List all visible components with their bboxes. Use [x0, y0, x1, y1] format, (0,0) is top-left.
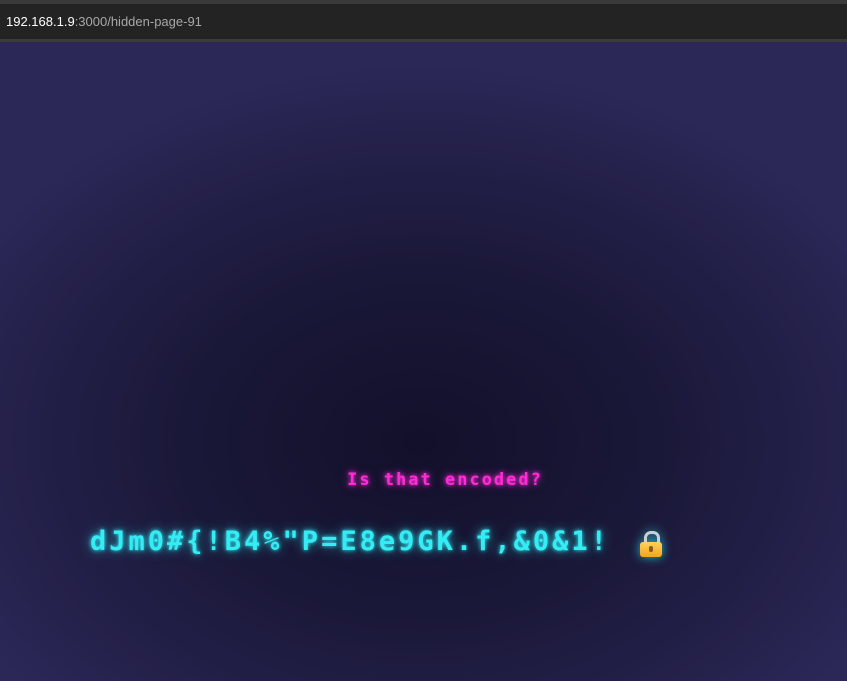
- encoded-string: dJm0#{!B4%"P=E8e9GK.f,&0&1!: [90, 525, 610, 557]
- url-host: 192.168.1.9: [6, 14, 75, 29]
- browser-window: 192.168.1.9:3000/hidden-page-91 Is that …: [0, 0, 847, 681]
- question-text: Is that encoded?: [347, 470, 543, 490]
- url-path: :3000/hidden-page-91: [74, 14, 202, 29]
- page-content: Is that encoded? dJm0#{!B4%"P=E8e9GK.f,&…: [0, 42, 847, 681]
- lock-icon: [639, 531, 662, 557]
- address-bar[interactable]: 192.168.1.9:3000/hidden-page-91: [0, 4, 847, 39]
- encoded-row: dJm0#{!B4%"P=E8e9GK.f,&0&1!: [90, 525, 662, 557]
